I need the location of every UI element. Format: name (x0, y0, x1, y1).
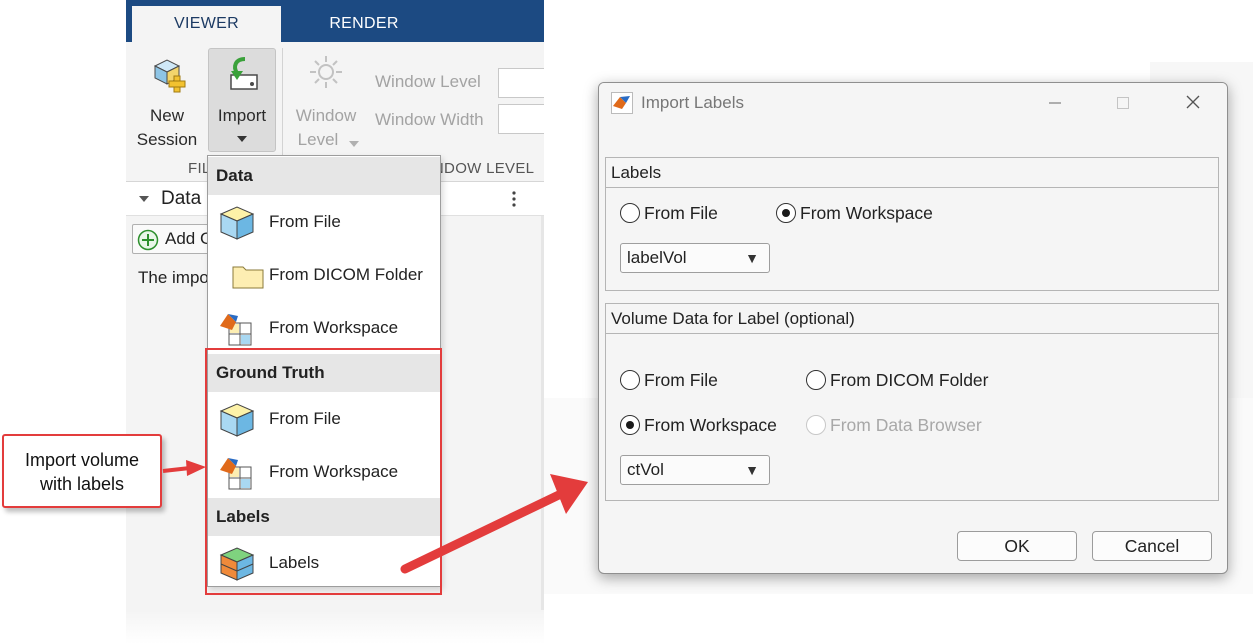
volume-data-group: Volume Data for Label (optional) From Fi… (605, 303, 1219, 501)
dialog-titlebar: Import Labels (599, 83, 1227, 123)
minimize-button[interactable] (1033, 89, 1077, 117)
radio-label: From Data Browser (830, 415, 982, 435)
radio-label: From DICOM Folder (830, 370, 989, 390)
labels-from-workspace-radio[interactable]: From Workspace (776, 201, 956, 225)
volume-from-data-browser-radio[interactable]: From Data Browser (806, 413, 1006, 437)
radio-dot (620, 370, 640, 390)
minimize-icon (1049, 102, 1061, 104)
volume-from-dicom-folder-radio[interactable]: From DICOM Folder (806, 368, 1006, 392)
volume-group-title: Volume Data for Label (optional) (606, 304, 1218, 334)
radio-label: From File (644, 203, 718, 223)
arrow-callout-to-menu (162, 460, 206, 476)
radio-label: From Workspace (644, 415, 777, 435)
dropdown-arrow-icon: ▼ (745, 250, 759, 266)
close-icon (1186, 95, 1200, 109)
import-labels-dialog: Import Labels Labels From File From Work… (598, 82, 1228, 574)
close-button[interactable] (1171, 89, 1215, 117)
radio-dot-selected (776, 203, 796, 223)
labels-group: Labels From File From Workspace labelVol… (605, 157, 1219, 291)
labels-from-file-radio[interactable]: From File (620, 201, 740, 225)
labels-group-title: Labels (606, 158, 1218, 188)
radio-dot (806, 370, 826, 390)
dropdown-arrow-icon: ▼ (745, 462, 759, 478)
dropdown-value: labelVol (627, 248, 687, 267)
arrow-labels-to-dialog (400, 474, 588, 574)
maximize-icon (1117, 97, 1129, 109)
labels-variable-dropdown[interactable]: labelVol ▼ (620, 243, 770, 273)
ok-button[interactable]: OK (957, 531, 1077, 561)
radio-label: From Workspace (800, 203, 933, 223)
volume-from-workspace-radio[interactable]: From Workspace (620, 413, 790, 437)
radio-dot-selected (620, 415, 640, 435)
radio-dot-disabled (806, 415, 826, 435)
dialog-title: Import Labels (641, 93, 744, 112)
dropdown-value: ctVol (627, 460, 664, 479)
volume-variable-dropdown[interactable]: ctVol ▼ (620, 455, 770, 485)
maximize-button[interactable] (1101, 89, 1145, 117)
cancel-button[interactable]: Cancel (1092, 531, 1212, 561)
matlab-logo-icon (611, 92, 633, 114)
radio-label: From File (644, 370, 718, 390)
radio-dot (620, 203, 640, 223)
volume-from-file-radio[interactable]: From File (620, 368, 740, 392)
